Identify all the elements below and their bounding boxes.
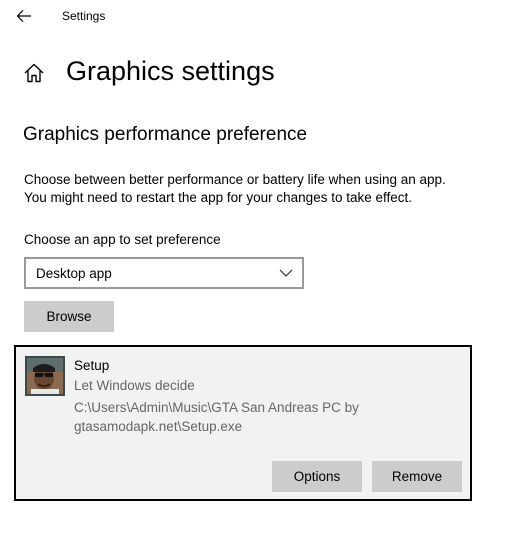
back-button[interactable]	[12, 4, 36, 28]
home-icon[interactable]	[23, 62, 45, 84]
app-type-selected: Desktop app	[36, 265, 112, 281]
app-name: Setup	[74, 358, 110, 373]
description-line-1: Choose between better performance or bat…	[24, 172, 446, 187]
options-button[interactable]: Options	[272, 461, 362, 492]
app-type-dropdown[interactable]: Desktop app	[24, 257, 304, 289]
remove-button[interactable]: Remove	[372, 461, 462, 492]
title-bar: Settings	[0, 0, 516, 32]
browse-button[interactable]: Browse	[24, 301, 114, 332]
section-title: Graphics performance preference	[23, 124, 308, 145]
chevron-down-icon	[279, 269, 293, 277]
description-line-2: You might need to restart the app for yo…	[24, 190, 412, 205]
page-title: Graphics settings	[66, 56, 275, 86]
window-title: Settings	[62, 9, 106, 23]
app-card[interactable]: Setup Let Windows decide C:\Users\Admin\…	[14, 345, 472, 501]
back-arrow-icon	[16, 10, 31, 22]
app-preference: Let Windows decide	[74, 378, 195, 393]
section-description: Choose between better performance or bat…	[24, 171, 494, 207]
app-avatar-icon	[25, 356, 65, 396]
app-path-line-2: gtasamodapk.net\Setup.exe	[74, 419, 243, 434]
app-path-line-1: C:\Users\Admin\Music\GTA San Andreas PC …	[74, 400, 359, 415]
app-path: C:\Users\Admin\Music\GTA San Andreas PC …	[74, 398, 404, 436]
app-type-label: Choose an app to set preference	[24, 232, 221, 247]
